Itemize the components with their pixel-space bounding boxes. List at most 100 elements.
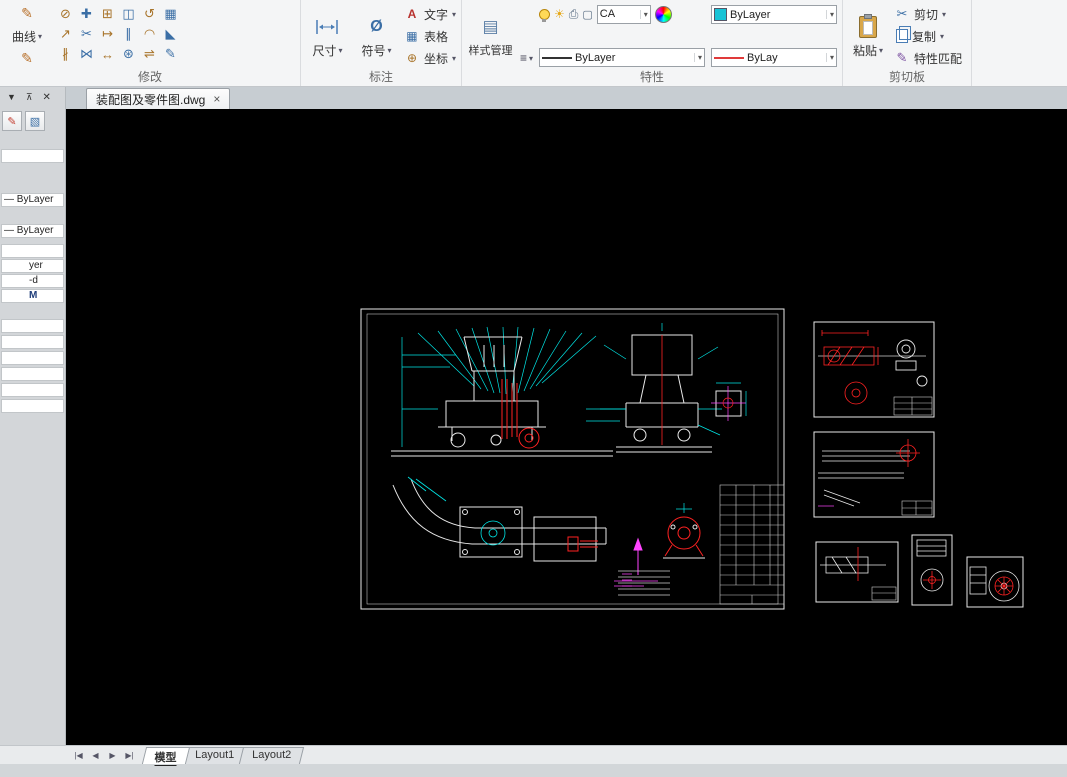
ribbon-panel-annotate: 尺寸 ▾ Ø 符号 ▾ A 文字 ▾ ▦ 表格 ⊕ 坐标 ▾ 标注 [301, 0, 462, 86]
chevron-down-icon: ▾ [38, 31, 43, 41]
palette-pin-icon[interactable]: ⊼ [26, 92, 33, 103]
paste-button[interactable]: 粘贴 ▾ [848, 3, 888, 69]
chevron-down-icon: ▾ [451, 53, 456, 63]
match-properties-menu-item[interactable]: ✎ 特性匹配 [894, 49, 962, 67]
palette-field[interactable] [1, 335, 64, 349]
layer-on-icon[interactable] [539, 8, 550, 22]
layer-combo-value: CA [599, 8, 616, 20]
tab-model[interactable]: 模型 [141, 747, 191, 766]
copy-icon [896, 26, 911, 43]
palette-field[interactable]: yer [1, 259, 64, 273]
palette-field-bylayer[interactable]: — ByLayer [1, 224, 64, 238]
layer-color-combo[interactable]: ByLayer ▾ [711, 5, 837, 24]
dimension-button[interactable]: 尺寸 ▾ [306, 3, 349, 69]
curve-group[interactable]: ✎ 曲线 ▾ ✎ [5, 3, 49, 69]
style-list-button[interactable]: ≡ ▾ [520, 51, 533, 65]
mirror-tool-icon[interactable]: ◫ [118, 4, 139, 24]
layer-plot-icon[interactable]: ⎙ [569, 7, 579, 22]
copy-label: 复制 [912, 29, 937, 44]
cut-menu-item[interactable]: ✂ 剪切 ▾ [894, 5, 962, 23]
chevron-down-icon: ▾ [693, 53, 702, 62]
modify-tool-grid: ⊘ ✚ ⊞ ◫ ↺ ▦ ↗ ✂ ↦ ∥ ◠ ◣ ∦ ⋈ ↔ ⊛ ⇌ ✎ [55, 4, 181, 64]
palette-field[interactable] [1, 351, 64, 365]
ribbon-panel-clipboard: 粘贴 ▾ ✂ 剪切 ▾ 复制 ▾ ✎ 特性匹配 剪切板 [843, 0, 972, 86]
palette-field[interactable] [1, 244, 64, 258]
palette-field[interactable] [1, 149, 64, 163]
document-tab-title: 装配图及零件图.dwg [96, 92, 206, 107]
linetype-value: ByLayer [575, 51, 616, 64]
part-sheet-d [911, 534, 953, 606]
properties-palette: ▼ ⊼ ✕ ✎ ▧ — ByLayer — ByLayer yer -d M [0, 87, 66, 745]
palette-field[interactable] [1, 399, 64, 413]
palette-field[interactable]: -d [1, 274, 64, 288]
chevron-down-icon: ▾ [387, 45, 392, 55]
coordinate-label: 坐标 [423, 51, 448, 66]
chevron-down-icon: ▾ [940, 31, 945, 41]
palette-field[interactable] [1, 319, 64, 333]
annotation-arrow [614, 537, 658, 587]
main-area: ▼ ⊼ ✕ ✎ ▧ — ByLayer — ByLayer yer -d M 装… [0, 87, 1067, 745]
coordinate-menu-item[interactable]: ⊕ 坐标 ▾ [404, 49, 456, 67]
panel-label-annotate: 标注 [368, 70, 393, 84]
layer-combo[interactable]: CA ▾ [596, 4, 651, 24]
bom-table [618, 570, 670, 596]
break-tool-icon[interactable]: ∦ [55, 44, 76, 64]
palette-menu-icon[interactable]: ▼ [7, 92, 16, 102]
plan-view [392, 478, 607, 562]
style-manager-button[interactable]: ▤ 样式管理 [467, 3, 514, 69]
symbol-icon: Ø [370, 17, 383, 35]
edit-tool-icon[interactable]: ✎ [160, 44, 181, 64]
close-icon[interactable]: × [213, 93, 220, 105]
chevron-down-icon: ▾ [528, 53, 533, 63]
nav-last-icon[interactable]: ▶| [123, 751, 136, 760]
palette-close-icon[interactable]: ✕ [43, 92, 51, 103]
extend-tool-icon[interactable]: ↦ [97, 24, 118, 44]
text-menu-item[interactable]: A 文字 ▾ [404, 5, 456, 23]
title-block [719, 484, 785, 605]
trim-tool-icon[interactable]: ✂ [76, 24, 97, 44]
palette-field-bylayer[interactable]: — ByLayer [1, 193, 64, 207]
array-tool-icon[interactable]: ▦ [160, 4, 181, 24]
offset-tool-icon[interactable]: ∥ [118, 24, 139, 44]
fillet-tool-icon[interactable]: ◠ [139, 24, 160, 44]
table-icon: ▦ [406, 29, 418, 43]
rotate-tool-icon[interactable]: ↺ [139, 4, 160, 24]
chamfer-tool-icon[interactable]: ◣ [160, 24, 181, 44]
explode-tool-icon[interactable]: ⊛ [118, 44, 139, 64]
move-tool-icon[interactable]: ✚ [76, 4, 97, 24]
chevron-down-icon: ▾ [879, 45, 884, 55]
panel-label-clipboard: 剪切板 [888, 70, 925, 84]
palette-field[interactable] [1, 367, 64, 381]
document-tab[interactable]: 装配图及零件图.dwg × [86, 88, 231, 109]
palette-field[interactable]: M [1, 289, 64, 303]
nav-next-icon[interactable]: ▶ [106, 751, 119, 760]
chevron-down-icon: ▾ [825, 53, 834, 62]
main-sheet-frame [360, 308, 785, 610]
tab-layout1[interactable]: Layout1 [181, 747, 248, 764]
layer-freeze-icon[interactable]: ☀ [554, 7, 565, 21]
erase-tool-icon[interactable]: ⊘ [55, 4, 76, 24]
palette-field[interactable] [1, 383, 64, 397]
align-tool-icon[interactable]: ⇌ [139, 44, 160, 64]
palette-pick-button[interactable]: ▧ [25, 111, 45, 131]
lineweight-combo[interactable]: ByLay ▾ [711, 48, 837, 67]
palette-edit-button[interactable]: ✎ [2, 111, 22, 131]
drawing-canvas[interactable] [66, 109, 1067, 745]
nav-first-icon[interactable]: |◀ [72, 751, 85, 760]
join-tool-icon[interactable]: ⋈ [76, 44, 97, 64]
tab-layout2[interactable]: Layout2 [239, 747, 305, 764]
linetype-combo[interactable]: ByLayer ▾ [539, 48, 705, 67]
copy-tool-icon[interactable]: ⊞ [97, 4, 118, 24]
symbol-button[interactable]: Ø 符号 ▾ [355, 3, 398, 69]
plan-view-cyan [407, 476, 506, 546]
color-wheel-icon[interactable] [654, 5, 672, 23]
panel-label-modify: 修改 [137, 70, 162, 84]
stretch-tool-icon[interactable]: ↔ [97, 44, 118, 64]
table-menu-item[interactable]: ▦ 表格 [404, 27, 456, 45]
color-swatch [714, 8, 727, 21]
layer-frame-icon[interactable]: ▢ [582, 8, 592, 21]
nav-prev-icon[interactable]: ◀ [89, 751, 102, 760]
copy-menu-item[interactable]: 复制 ▾ [894, 26, 962, 45]
scale-tool-icon[interactable]: ↗ [55, 24, 76, 44]
flange-detail [663, 503, 705, 559]
